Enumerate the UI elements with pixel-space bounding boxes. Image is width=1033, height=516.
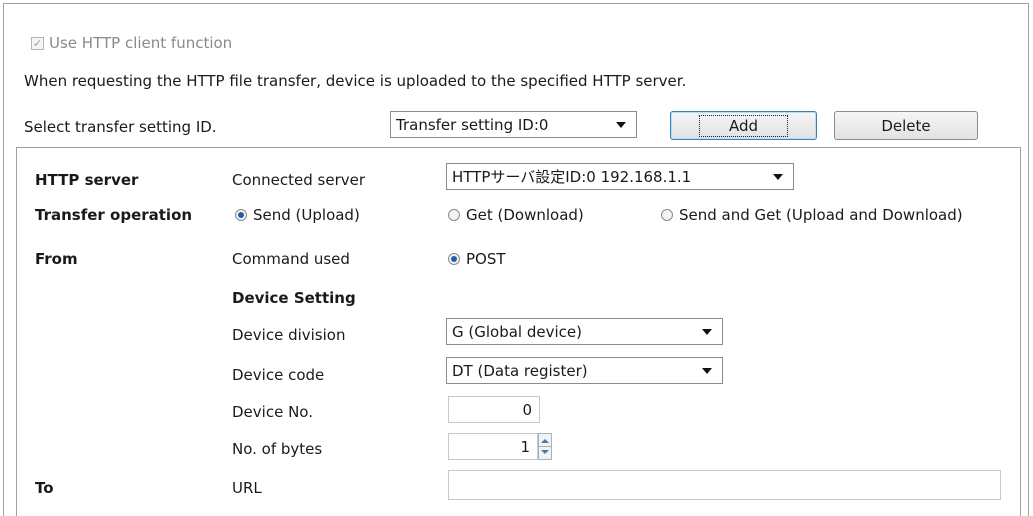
chevron-down-icon (616, 122, 626, 128)
radio-unselected-icon (448, 209, 460, 221)
select-transfer-label: Select transfer setting ID. (24, 118, 217, 136)
device-no-label: Device No. (232, 403, 313, 421)
transfer-setting-value: Transfer setting ID:0 (396, 115, 549, 134)
radio-send-upload[interactable]: Send (Upload) (235, 206, 360, 224)
device-no-input[interactable]: 0 (448, 396, 540, 423)
add-button-label: Add (698, 114, 789, 137)
checkmark-icon: ✓ (31, 36, 44, 50)
radio-unselected-icon (661, 209, 673, 221)
device-code-label: Device code (232, 366, 325, 384)
device-code-select[interactable]: DT (Data register) (446, 357, 723, 384)
url-label: URL (232, 479, 262, 497)
arrow-down-icon[interactable] (541, 450, 549, 454)
radio-label: POST (466, 250, 506, 268)
bytes-spinner[interactable] (538, 433, 552, 460)
radio-get-download[interactable]: Get (Download) (448, 206, 584, 224)
delete-button[interactable]: Delete (834, 111, 978, 140)
transfer-operation-heading: Transfer operation (35, 206, 193, 224)
bytes-label: No. of bytes (232, 440, 323, 458)
connected-server-value: HTTPサーバ設定ID:0 192.168.1.1 (452, 168, 692, 186)
bytes-value: 1 (520, 437, 530, 456)
radio-label: Send (Upload) (253, 206, 360, 224)
device-division-select[interactable]: G (Global device) (446, 318, 723, 345)
radio-label: Get (Download) (466, 206, 584, 224)
radio-selected-icon (235, 209, 247, 221)
add-button[interactable]: Add (670, 111, 817, 140)
use-http-label: Use HTTP client function (49, 34, 233, 52)
description-text: When requesting the HTTP file transfer, … (24, 72, 687, 90)
radio-post[interactable]: POST (448, 250, 506, 268)
delete-button-label: Delete (881, 116, 931, 135)
transfer-setting-select[interactable]: Transfer setting ID:0 (390, 111, 637, 138)
chevron-down-icon (702, 368, 712, 374)
arrow-up-icon[interactable] (541, 439, 549, 443)
connected-server-select[interactable]: HTTPサーバ設定ID:0 192.168.1.1 (446, 163, 794, 190)
radio-send-and-get[interactable]: Send and Get (Upload and Download) (661, 206, 963, 224)
url-input[interactable] (448, 470, 1001, 500)
device-division-value: G (Global device) (452, 322, 582, 341)
chevron-down-icon (702, 329, 712, 335)
from-heading: From (35, 250, 78, 268)
device-setting-heading: Device Setting (232, 289, 356, 307)
connected-server-label: Connected server (232, 171, 366, 189)
use-http-checkbox[interactable]: ✓ Use HTTP client function (31, 34, 232, 52)
device-division-label: Device division (232, 326, 346, 344)
to-heading: To (35, 479, 54, 497)
http-server-heading: HTTP server (35, 171, 139, 189)
device-no-value: 0 (522, 400, 532, 419)
command-used-label: Command used (232, 250, 350, 268)
device-code-value: DT (Data register) (452, 361, 588, 380)
bytes-input[interactable]: 1 (448, 433, 538, 460)
chevron-down-icon (773, 174, 783, 180)
radio-selected-icon (448, 253, 460, 265)
radio-label: Send and Get (Upload and Download) (679, 206, 963, 224)
